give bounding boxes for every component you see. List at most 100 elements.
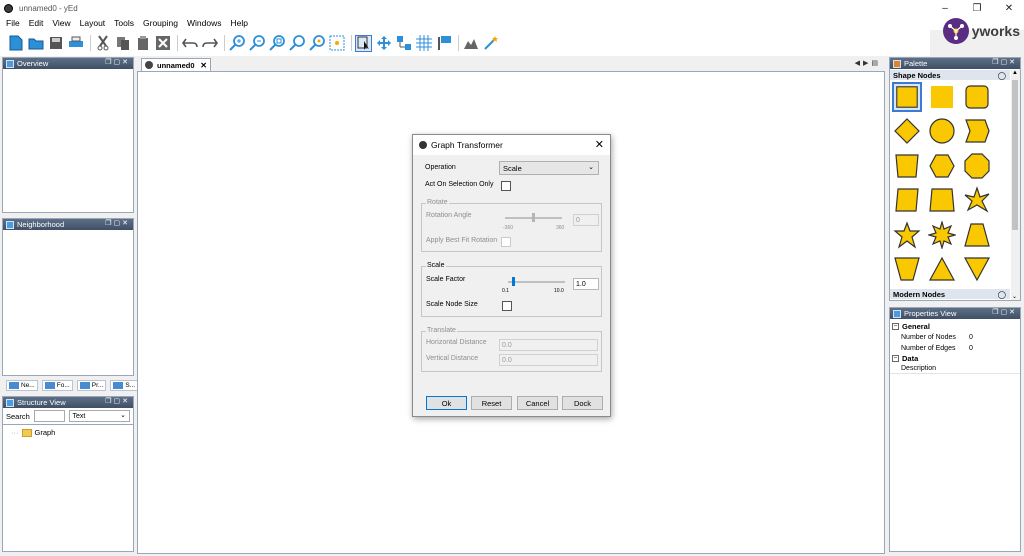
inverted-triangle-shape-icon[interactable] bbox=[962, 254, 992, 284]
zoom-in-icon[interactable] bbox=[228, 35, 245, 52]
chevron-down-icon: ⌄ bbox=[588, 164, 594, 171]
redo-icon[interactable] bbox=[201, 35, 218, 52]
section-expand-icon[interactable]: ◯ bbox=[998, 290, 1006, 299]
collapse-icon[interactable]: – bbox=[892, 354, 899, 362]
triangle-shape-icon[interactable] bbox=[927, 254, 957, 284]
property-category-data[interactable]: – Data bbox=[890, 353, 1020, 363]
scale-slider-thumb[interactable] bbox=[511, 277, 515, 286]
modern-nodes-section[interactable]: Modern Nodes ◯ bbox=[890, 289, 1010, 299]
undo-icon[interactable] bbox=[181, 35, 198, 52]
search-input[interactable] bbox=[33, 410, 65, 422]
reset-button[interactable]: Reset bbox=[471, 396, 512, 410]
close-tab-icon[interactable]: ✕ bbox=[200, 61, 207, 70]
operation-select[interactable]: Scale ⌄ bbox=[499, 161, 599, 175]
property-category-general[interactable]: – General bbox=[890, 321, 1020, 331]
panel-controls-icon[interactable]: ❐▢✕ bbox=[992, 58, 1017, 66]
property-value[interactable]: 0 bbox=[969, 345, 973, 352]
scroll-down-icon[interactable]: ⌄ bbox=[1012, 293, 1017, 300]
tab-navigation-icons[interactable]: ◀▶▤ bbox=[855, 59, 881, 67]
trapezoid-shape-icon[interactable] bbox=[892, 185, 922, 215]
tab-predecessors[interactable]: Pr... bbox=[76, 379, 107, 391]
new-document-icon[interactable] bbox=[7, 35, 24, 52]
close-icon[interactable]: ✕ bbox=[992, 0, 1024, 16]
menu-file[interactable]: File bbox=[6, 18, 20, 28]
save-icon[interactable] bbox=[47, 35, 64, 52]
zoom-area-icon[interactable] bbox=[308, 35, 325, 52]
print-icon[interactable] bbox=[67, 35, 84, 52]
cancel-button[interactable]: Cancel bbox=[517, 396, 558, 410]
act-on-selection-checkbox[interactable] bbox=[501, 181, 511, 191]
rounded-parallelogram-shape-icon[interactable] bbox=[927, 185, 957, 215]
tab-neighborhood[interactable]: Ne... bbox=[6, 379, 38, 391]
rounded-rectangle-shape-icon[interactable] bbox=[962, 82, 992, 112]
tab-folding[interactable]: Fo... bbox=[41, 379, 73, 391]
delete-icon[interactable] bbox=[154, 35, 171, 52]
inverted-trapezoid-shape-icon[interactable] bbox=[892, 254, 922, 284]
property-value[interactable]: 0 bbox=[969, 334, 973, 341]
horizontal-distance-field[interactable]: 0.0 bbox=[499, 339, 598, 351]
minimize-icon[interactable]: – bbox=[928, 0, 962, 16]
hexagon-shape-icon[interactable] bbox=[927, 151, 957, 181]
snap-icon[interactable] bbox=[435, 35, 452, 52]
zoom-original-icon[interactable] bbox=[288, 35, 305, 52]
rectangle-plain-shape-icon[interactable] bbox=[927, 82, 957, 112]
scale-factor-slider[interactable] bbox=[508, 281, 565, 283]
copy-icon[interactable] bbox=[114, 35, 131, 52]
palette-scroll-thumb[interactable] bbox=[1012, 80, 1018, 230]
panel-controls-icon[interactable]: ❐▢✕ bbox=[105, 58, 130, 66]
zoom-out-icon[interactable] bbox=[248, 35, 265, 52]
menu-edit[interactable]: Edit bbox=[29, 18, 44, 28]
scale-factor-field[interactable]: 1.0 bbox=[573, 278, 599, 290]
rotation-angle-field[interactable]: 0 bbox=[573, 214, 599, 226]
grid-icon[interactable] bbox=[415, 35, 432, 52]
image-icon[interactable] bbox=[462, 35, 479, 52]
menu-layout[interactable]: Layout bbox=[80, 18, 106, 28]
scroll-up-icon[interactable]: ▲ bbox=[1012, 70, 1018, 76]
octagon-shape-icon[interactable] bbox=[962, 151, 992, 181]
menu-grouping[interactable]: Grouping bbox=[143, 18, 178, 28]
star5-shape-icon[interactable] bbox=[892, 220, 922, 250]
fit-content-icon[interactable] bbox=[328, 35, 345, 52]
menu-windows[interactable]: Windows bbox=[187, 18, 221, 28]
rectangle-shape-icon[interactable] bbox=[892, 82, 922, 112]
open-folder-icon[interactable] bbox=[27, 35, 44, 52]
group-icon[interactable] bbox=[395, 35, 412, 52]
vertical-distance-field[interactable]: 0.0 bbox=[499, 354, 598, 366]
section-collapse-icon[interactable]: ◯ bbox=[998, 71, 1006, 80]
document-tab[interactable]: unnamed0 ✕ bbox=[141, 58, 211, 71]
star4-shape-icon[interactable] bbox=[962, 185, 992, 215]
paste-icon[interactable] bbox=[134, 35, 151, 52]
ok-button[interactable]: Ok bbox=[426, 396, 467, 410]
tab-successors[interactable]: S... bbox=[110, 379, 139, 391]
trapezoid2-shape-icon[interactable] bbox=[962, 220, 992, 250]
dock-button[interactable]: Dock bbox=[562, 396, 603, 410]
cut-icon[interactable] bbox=[94, 35, 111, 52]
rotation-slider-thumb[interactable] bbox=[532, 213, 535, 222]
tree-item-graph[interactable]: ··· Graph bbox=[3, 428, 133, 437]
search-filter-select[interactable]: Text ⌄ bbox=[68, 410, 130, 422]
shape-nodes-section[interactable]: Shape Nodes ◯ bbox=[890, 70, 1010, 80]
fat-arrow-shape-icon[interactable] bbox=[962, 116, 992, 146]
menu-view[interactable]: View bbox=[52, 18, 70, 28]
panel-controls-icon[interactable]: ❐▢✕ bbox=[105, 219, 130, 227]
magic-wand-icon[interactable] bbox=[482, 35, 499, 52]
star8-shape-icon[interactable] bbox=[927, 220, 957, 250]
zoom-fit-icon[interactable] bbox=[268, 35, 285, 52]
restore-icon[interactable]: ❐ bbox=[960, 0, 994, 16]
best-fit-rotation-checkbox[interactable] bbox=[501, 237, 511, 247]
menu-help[interactable]: Help bbox=[230, 18, 247, 28]
palette-scrollbar[interactable]: ▲ ⌄ bbox=[1011, 70, 1020, 300]
overview-panel-header: Overview ❐▢✕ bbox=[3, 58, 133, 69]
collapse-icon[interactable]: – bbox=[892, 322, 899, 330]
parallelogram-shape-icon[interactable] bbox=[892, 151, 922, 181]
panel-controls-icon[interactable]: ❐▢✕ bbox=[992, 308, 1017, 316]
close-icon[interactable]: ✕ bbox=[595, 138, 604, 151]
panel-controls-icon[interactable]: ❐▢✕ bbox=[105, 397, 130, 405]
diamond-shape-icon[interactable] bbox=[892, 116, 922, 146]
category-label: Data bbox=[902, 353, 919, 363]
menu-tools[interactable]: Tools bbox=[114, 18, 134, 28]
move-mode-icon[interactable] bbox=[375, 35, 392, 52]
ellipse-shape-icon[interactable] bbox=[927, 116, 957, 146]
scale-node-size-checkbox[interactable] bbox=[502, 301, 512, 311]
edit-mode-icon[interactable] bbox=[355, 34, 372, 52]
